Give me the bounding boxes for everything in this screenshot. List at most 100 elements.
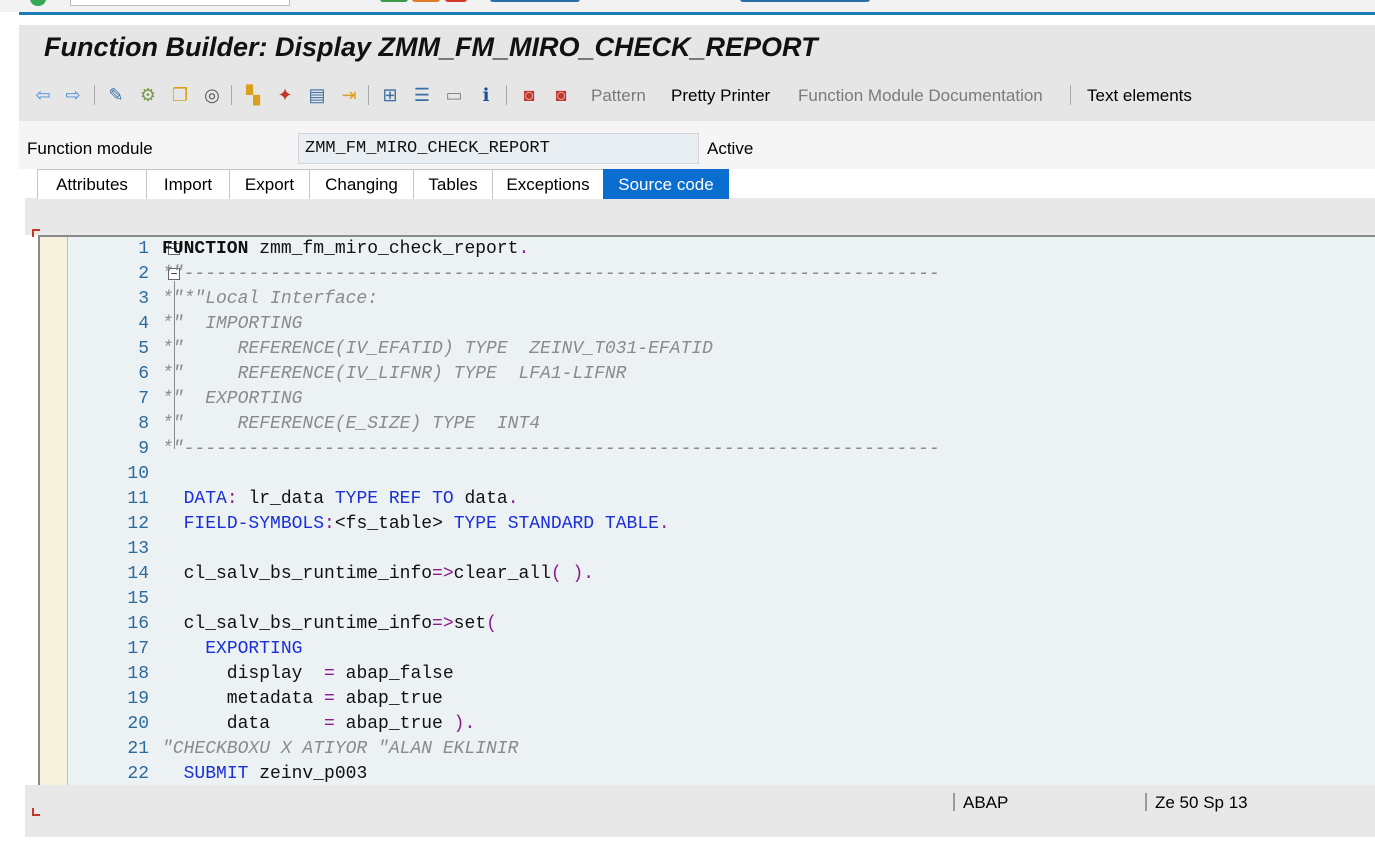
- text-elements-button[interactable]: Text elements: [1087, 86, 1192, 106]
- code-line[interactable]: metadata = abap_true: [162, 687, 1375, 712]
- external-breakpoint-icon[interactable]: ◙: [549, 83, 573, 107]
- forward-arrow-icon[interactable]: ⇨: [61, 83, 85, 107]
- code-line[interactable]: EXPORTING: [162, 637, 1375, 662]
- code-token: :: [324, 514, 335, 534]
- code-token: abap_true: [334, 714, 454, 734]
- code-token: :: [226, 489, 238, 509]
- test-icon[interactable]: ✦: [273, 83, 297, 107]
- status-badge: Active: [707, 139, 754, 158]
- code-line[interactable]: FUNCTION zmm_fm_miro_check_report.: [162, 237, 1375, 262]
- save-icon[interactable]: [380, 0, 408, 2]
- command-field[interactable]: [70, 0, 290, 6]
- code-line[interactable]: cl_salv_bs_runtime_info=>clear_all( ).: [162, 562, 1375, 587]
- code-token: .: [507, 489, 519, 509]
- code-token: .: [518, 239, 530, 259]
- code-token: SUBMIT: [183, 764, 249, 784]
- tab-tables[interactable]: Tables: [413, 169, 493, 199]
- ok-icon[interactable]: [30, 0, 46, 6]
- code-token: *" REFERENCE(IV_LIFNR) TYPE LFA1-LIFNR: [162, 364, 627, 384]
- function-module-label: Function module: [27, 139, 153, 158]
- code-editor[interactable]: 1 2 3 4 5 6 7 8 9 10 11 12 13 14 15 16 17 18 19 20 21 22− − FU…: [38, 235, 1375, 785]
- cursor-position: Ze 50 Sp 13: [1155, 793, 1248, 812]
- code-line[interactable]: *" REFERENCE(IV_EFATID) TYPE ZEINV_T031-…: [162, 337, 1375, 362]
- print-find-icons[interactable]: [490, 0, 580, 2]
- line-number: 17: [127, 639, 149, 659]
- corner-mark-bottom: [32, 808, 40, 816]
- code-token: .: [658, 514, 670, 534]
- code-line[interactable]: FIELD-SYMBOLS:<fs_table> TYPE STANDARD T…: [162, 512, 1375, 537]
- line-number: 5: [138, 339, 149, 359]
- application-toolbar: ⇦ ⇨ ✎ ⚙ ❐ ◎ ▚ ✦ ▤ ⇥ ⊞ ☰ ▭ ℹ ◙ ◙ Pattern …: [19, 71, 1375, 121]
- cancel-icon[interactable]: [445, 0, 467, 2]
- display-change-icon[interactable]: ✎: [104, 83, 128, 107]
- tab-source-code[interactable]: Source code: [603, 169, 729, 199]
- code-token: =>: [432, 564, 454, 584]
- code-token: abap_false: [334, 664, 454, 684]
- code-line[interactable]: *"--------------------------------------…: [162, 437, 1375, 462]
- code-area[interactable]: FUNCTION zmm_fm_miro_check_report. *"----…: [162, 237, 1375, 785]
- back-arrow-icon[interactable]: ⇦: [31, 83, 55, 107]
- where-used-icon[interactable]: ◎: [200, 83, 224, 107]
- fm-documentation-button[interactable]: Function Module Documentation: [798, 86, 1043, 106]
- navigate-icon[interactable]: ⇥: [337, 83, 361, 107]
- tab-import[interactable]: Import: [146, 169, 230, 199]
- info-icon[interactable]: ℹ: [474, 83, 498, 107]
- inspect-icon[interactable]: ▤: [305, 83, 329, 107]
- tab-export[interactable]: Export: [229, 169, 310, 199]
- code-line[interactable]: *" REFERENCE(IV_LIFNR) TYPE LFA1-LIFNR: [162, 362, 1375, 387]
- code-token: TYPE STANDARD TABLE: [453, 514, 659, 534]
- line-number: 4: [138, 314, 149, 334]
- debug-session-icon[interactable]: ◙: [517, 83, 541, 107]
- tab-changing[interactable]: Changing: [309, 169, 414, 199]
- code-line[interactable]: [162, 537, 1375, 562]
- code-token: *" REFERENCE(E_SIZE) TYPE INT4: [162, 414, 541, 434]
- line-number: 21: [127, 739, 149, 759]
- code-token: cl_salv_bs_runtime_info: [162, 614, 433, 634]
- line-number: 2: [138, 264, 149, 284]
- code-line[interactable]: *"*"Local Interface:: [162, 287, 1375, 312]
- code-line[interactable]: cl_salv_bs_runtime_info=>set(: [162, 612, 1375, 637]
- code-token: =: [324, 714, 335, 734]
- function-module-field[interactable]: ZMM_FM_MIRO_CHECK_REPORT: [298, 133, 699, 164]
- code-line[interactable]: *" REFERENCE(E_SIZE) TYPE INT4: [162, 412, 1375, 437]
- pattern-button[interactable]: Pattern: [591, 86, 646, 106]
- window-icons[interactable]: [740, 0, 870, 2]
- line-number: 1: [138, 239, 149, 259]
- copy-icon[interactable]: ❐: [168, 83, 192, 107]
- tab-attributes[interactable]: Attributes: [37, 169, 147, 199]
- line-number: 20: [127, 714, 149, 734]
- code-line[interactable]: display = abap_false: [162, 662, 1375, 687]
- stack-icon[interactable]: ☰: [410, 83, 434, 107]
- code-line[interactable]: *" EXPORTING: [162, 387, 1375, 412]
- active-inactive-icon[interactable]: ⚙: [136, 83, 160, 107]
- line-number: 6: [138, 364, 149, 384]
- tab-bar: Attributes Import Export Changing Tables Exce…: [37, 169, 729, 199]
- object-list-icon[interactable]: ▚: [241, 83, 265, 107]
- frame-icon[interactable]: ▭: [442, 83, 466, 107]
- code-token: ).: [453, 714, 476, 734]
- code-token: abap_true: [334, 689, 443, 709]
- code-line[interactable]: SUBMIT zeinv_p003: [162, 762, 1375, 785]
- code-line[interactable]: *" IMPORTING: [162, 312, 1375, 337]
- code-token: zeinv_p003: [248, 764, 368, 784]
- hierarchy-icon[interactable]: ⊞: [378, 83, 402, 107]
- line-number: 19: [127, 689, 149, 709]
- tab-exceptions[interactable]: Exceptions: [492, 169, 604, 199]
- breakpoint-gutter[interactable]: [40, 237, 68, 785]
- code-token: <fs_table>: [334, 514, 454, 534]
- code-token: *"--------------------------------------…: [162, 439, 940, 459]
- code-line[interactable]: *"--------------------------------------…: [162, 262, 1375, 287]
- code-line[interactable]: "CHECKBOXU X ATIYOR "ALAN EKLINIR: [162, 737, 1375, 762]
- back-icon[interactable]: [412, 0, 440, 2]
- code-token: set: [453, 614, 487, 634]
- code-token: FIELD-SYMBOLS: [183, 514, 325, 534]
- code-line[interactable]: [162, 587, 1375, 612]
- code-line[interactable]: DATA: lr_data TYPE REF TO data.: [162, 487, 1375, 512]
- code-line[interactable]: data = abap_true ).: [162, 712, 1375, 737]
- code-token: "CHECKBOXU X ATIYOR "ALAN EKLINIR: [162, 739, 519, 759]
- pretty-printer-button[interactable]: Pretty Printer: [671, 86, 770, 106]
- code-token: FUNCTION: [162, 239, 249, 259]
- code-line[interactable]: [162, 462, 1375, 487]
